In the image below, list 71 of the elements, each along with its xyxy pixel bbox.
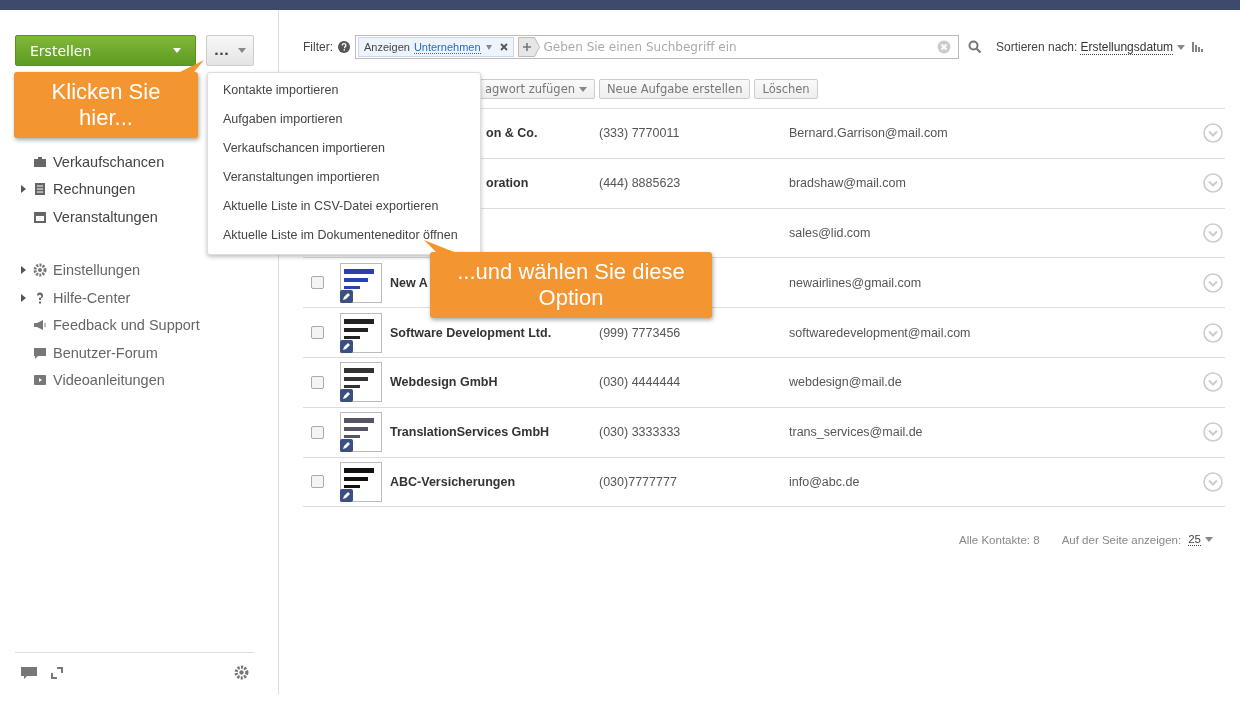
- sort-dropdown[interactable]: Erstellungsdatum: [1080, 39, 1174, 55]
- callout-pointer: [424, 240, 454, 252]
- company-name[interactable]: New A: [390, 275, 428, 290]
- checkbox[interactable]: [311, 475, 324, 489]
- email-address: softwaredevelopment@mail.com: [789, 325, 971, 340]
- menu-item[interactable]: Verkaufschancen importieren: [208, 134, 480, 163]
- email-address: Bernard.Garrison@mail.com: [789, 126, 948, 141]
- calendar-icon: [33, 209, 47, 224]
- filter-label: Filter:: [303, 40, 333, 54]
- expand-arrow-icon[interactable]: [21, 185, 26, 194]
- play-icon: [33, 373, 47, 388]
- email-address: bradshaw@mail.com: [789, 176, 906, 191]
- toolbar-button[interactable]: Neue Aufgabe erstellen: [599, 79, 751, 99]
- expand-icon[interactable]: [51, 666, 63, 679]
- phone-number: (444) 8885623: [599, 176, 681, 191]
- megaphone-icon: [33, 318, 47, 333]
- sidebar-item[interactable]: Einstellungen: [15, 256, 254, 284]
- search-icon[interactable]: [968, 40, 982, 54]
- sidebar-item[interactable]: Benutzer-Forum: [15, 339, 254, 367]
- phone-number: (030) 4444444: [599, 375, 681, 390]
- toolbar-button[interactable]: agwort zufügen: [478, 79, 595, 99]
- company-name[interactable]: TranslationServices GmbH: [390, 425, 550, 440]
- email-address: info@abc.de: [789, 474, 860, 489]
- menu-item[interactable]: Kontakte importieren: [208, 76, 480, 105]
- company-name[interactable]: oration: [486, 176, 529, 191]
- sort-label: Sortieren nach:: [996, 40, 1078, 54]
- sort-order-icon[interactable]: [1192, 42, 1204, 52]
- expand-arrow-icon[interactable]: [21, 266, 26, 275]
- help-icon[interactable]: [338, 41, 350, 53]
- menu-item[interactable]: Aufgaben importieren: [208, 105, 480, 134]
- email-address: webdesign@mail.de: [789, 375, 902, 390]
- phone-number: (030)7777777: [599, 474, 677, 489]
- speech-bubble-icon: [33, 345, 47, 360]
- company-name[interactable]: Webdesign GmbH: [390, 375, 498, 390]
- expand-arrow-icon[interactable]: [21, 293, 26, 302]
- gear-icon: [33, 263, 47, 278]
- per-page-label: Auf der Seite anzeigen:: [1061, 533, 1182, 546]
- callout-pointer: [180, 60, 204, 72]
- filter-field[interactable]: Anzeigen Unternehmen Geben Sie einen Suchbegriff ein: [355, 35, 959, 59]
- total-count: Alle Kontakte: 8: [959, 533, 1040, 546]
- more-button[interactable]: ...: [206, 35, 254, 66]
- per-page-dropdown[interactable]: 25: [1188, 533, 1201, 547]
- sidebar-item[interactable]: Hilfe-Center: [15, 284, 254, 312]
- close-icon[interactable]: [499, 43, 508, 51]
- edit-badge-icon[interactable]: [340, 389, 353, 403]
- sidebar-item[interactable]: Videoanleitungen: [15, 366, 254, 394]
- toolbar-button[interactable]: Löschen: [754, 79, 818, 99]
- briefcase-icon: [33, 154, 47, 169]
- checkbox[interactable]: [311, 276, 324, 290]
- edit-badge-icon[interactable]: [340, 439, 353, 453]
- menu-item[interactable]: Veranstaltungen importieren: [208, 163, 480, 192]
- company-name[interactable]: ABC-Versicherungen: [390, 474, 516, 489]
- phone-number: (999) 7773456: [599, 325, 681, 340]
- menu-item[interactable]: Aktuelle Liste im Dokumenteneditor öffnen: [208, 221, 480, 250]
- email-address: newairlines@gmail.com: [789, 275, 922, 290]
- phone-number: (030) 3333333: [599, 425, 681, 440]
- company-name[interactable]: on & Co.: [486, 126, 538, 141]
- filter-tag[interactable]: Anzeigen Unternehmen: [358, 37, 514, 57]
- checkbox[interactable]: [311, 375, 324, 389]
- checkbox[interactable]: [311, 425, 324, 439]
- add-filter-icon[interactable]: [517, 37, 540, 57]
- sidebar-item[interactable]: Feedback und Support: [15, 311, 254, 339]
- menu-item[interactable]: Aktuelle Liste in CSV-Datei exportieren: [208, 192, 480, 221]
- email-address: sales@lid.com: [789, 226, 871, 240]
- document-icon: [33, 182, 47, 197]
- company-name[interactable]: Software Development Ltd.: [390, 325, 552, 340]
- checkbox[interactable]: [311, 326, 324, 340]
- phone-number: (333) 7770011: [599, 126, 680, 141]
- settings-icon[interactable]: [234, 665, 249, 680]
- email-address: trans_services@mail.de: [789, 425, 923, 440]
- chat-icon[interactable]: [21, 665, 37, 680]
